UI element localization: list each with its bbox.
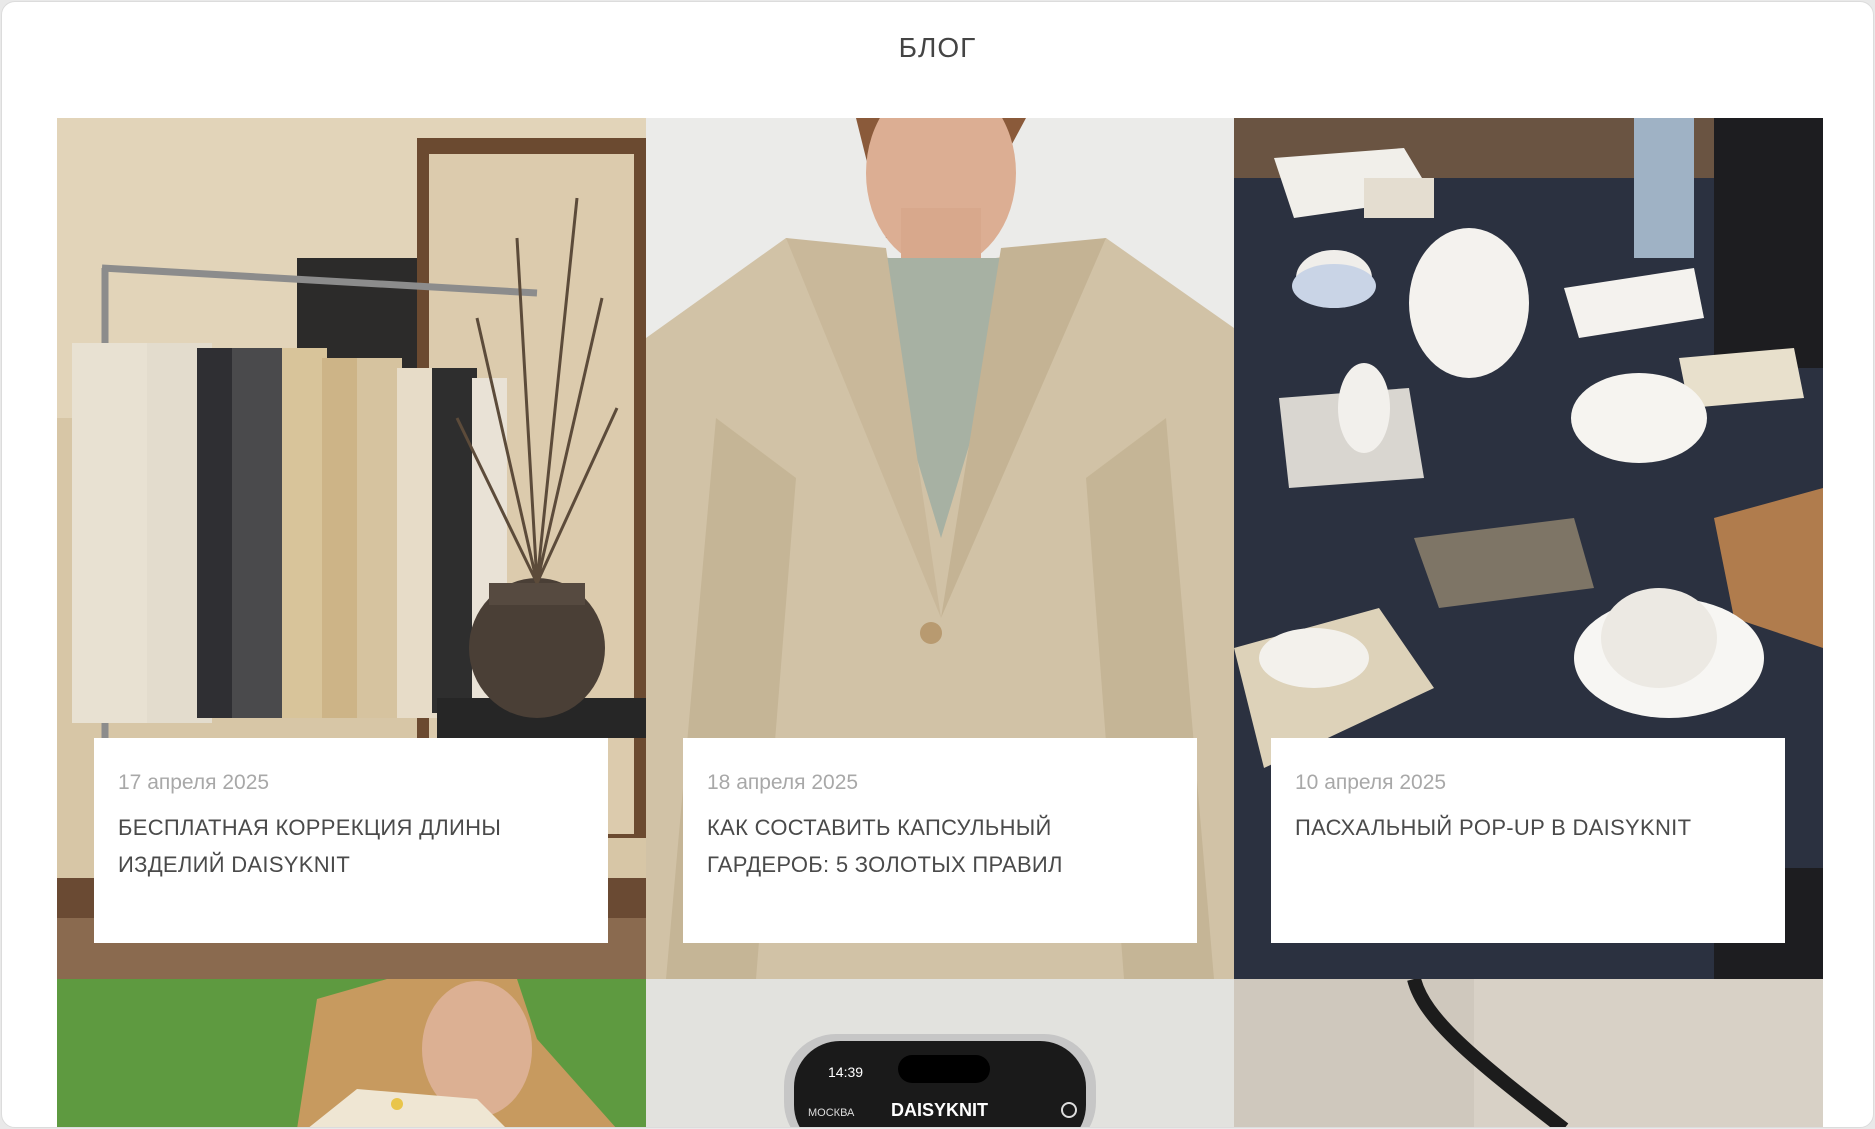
post-date: 10 апреля 2025 — [1295, 771, 1447, 794]
post-image-abstract — [1234, 979, 1823, 1127]
post-image-woman-green — [57, 979, 646, 1127]
post-date: 17 апреля 2025 — [118, 771, 270, 794]
post-title[interactable]: КАК СОСТАВИТЬ КАПСУЛЬНЫЙ ГАРДЕРОБ: 5 ЗОЛ… — [707, 809, 1173, 883]
blog-section: БЛОГ 17 апреля 2025 БЕСПЛАТНАЯ КОРРЕКЦИЯ… — [1, 1, 1874, 1128]
post-title[interactable]: ПАСХАЛЬНЫЙ POP-UP В DAISYKNIT — [1295, 809, 1761, 846]
blog-post-card[interactable] — [1234, 979, 1823, 1127]
blog-post-card[interactable]: 17 апреля 2025 БЕСПЛАТНАЯ КОРРЕКЦИЯ ДЛИН… — [57, 118, 646, 979]
post-info-card: 10 апреля 2025 ПАСХАЛЬНЫЙ POP-UP В DAISY… — [1271, 738, 1785, 943]
blog-post-card[interactable] — [57, 979, 646, 1127]
post-title[interactable]: БЕСПЛАТНАЯ КОРРЕКЦИЯ ДЛИНЫ ИЗДЕЛИЙ DAISY… — [118, 809, 584, 883]
blog-post-card[interactable]: 18 апреля 2025 КАК СОСТАВИТЬ КАПСУЛЬНЫЙ … — [646, 118, 1234, 979]
blog-post-card[interactable]: 14:39 МОСКВА DAISYKNIT — [646, 979, 1234, 1127]
post-info-card: 18 апреля 2025 КАК СОСТАВИТЬ КАПСУЛЬНЫЙ … — [683, 738, 1197, 943]
post-image-phone: 14:39 МОСКВА DAISYKNIT — [646, 979, 1234, 1127]
post-info-card: 17 апреля 2025 БЕСПЛАТНАЯ КОРРЕКЦИЯ ДЛИН… — [94, 738, 608, 943]
page-title: БЛОГ — [898, 32, 977, 63]
phone-time: 14:39 — [828, 1064, 863, 1080]
blog-post-card[interactable]: 10 апреля 2025 ПАСХАЛЬНЫЙ POP-UP В DAISY… — [1234, 118, 1823, 979]
blog-grid: 17 апреля 2025 БЕСПЛАТНАЯ КОРРЕКЦИЯ ДЛИН… — [57, 118, 1823, 1127]
phone-location: МОСКВА — [808, 1107, 855, 1119]
phone-brand: DAISYKNIT — [891, 1100, 988, 1120]
post-date: 18 апреля 2025 — [707, 771, 859, 794]
